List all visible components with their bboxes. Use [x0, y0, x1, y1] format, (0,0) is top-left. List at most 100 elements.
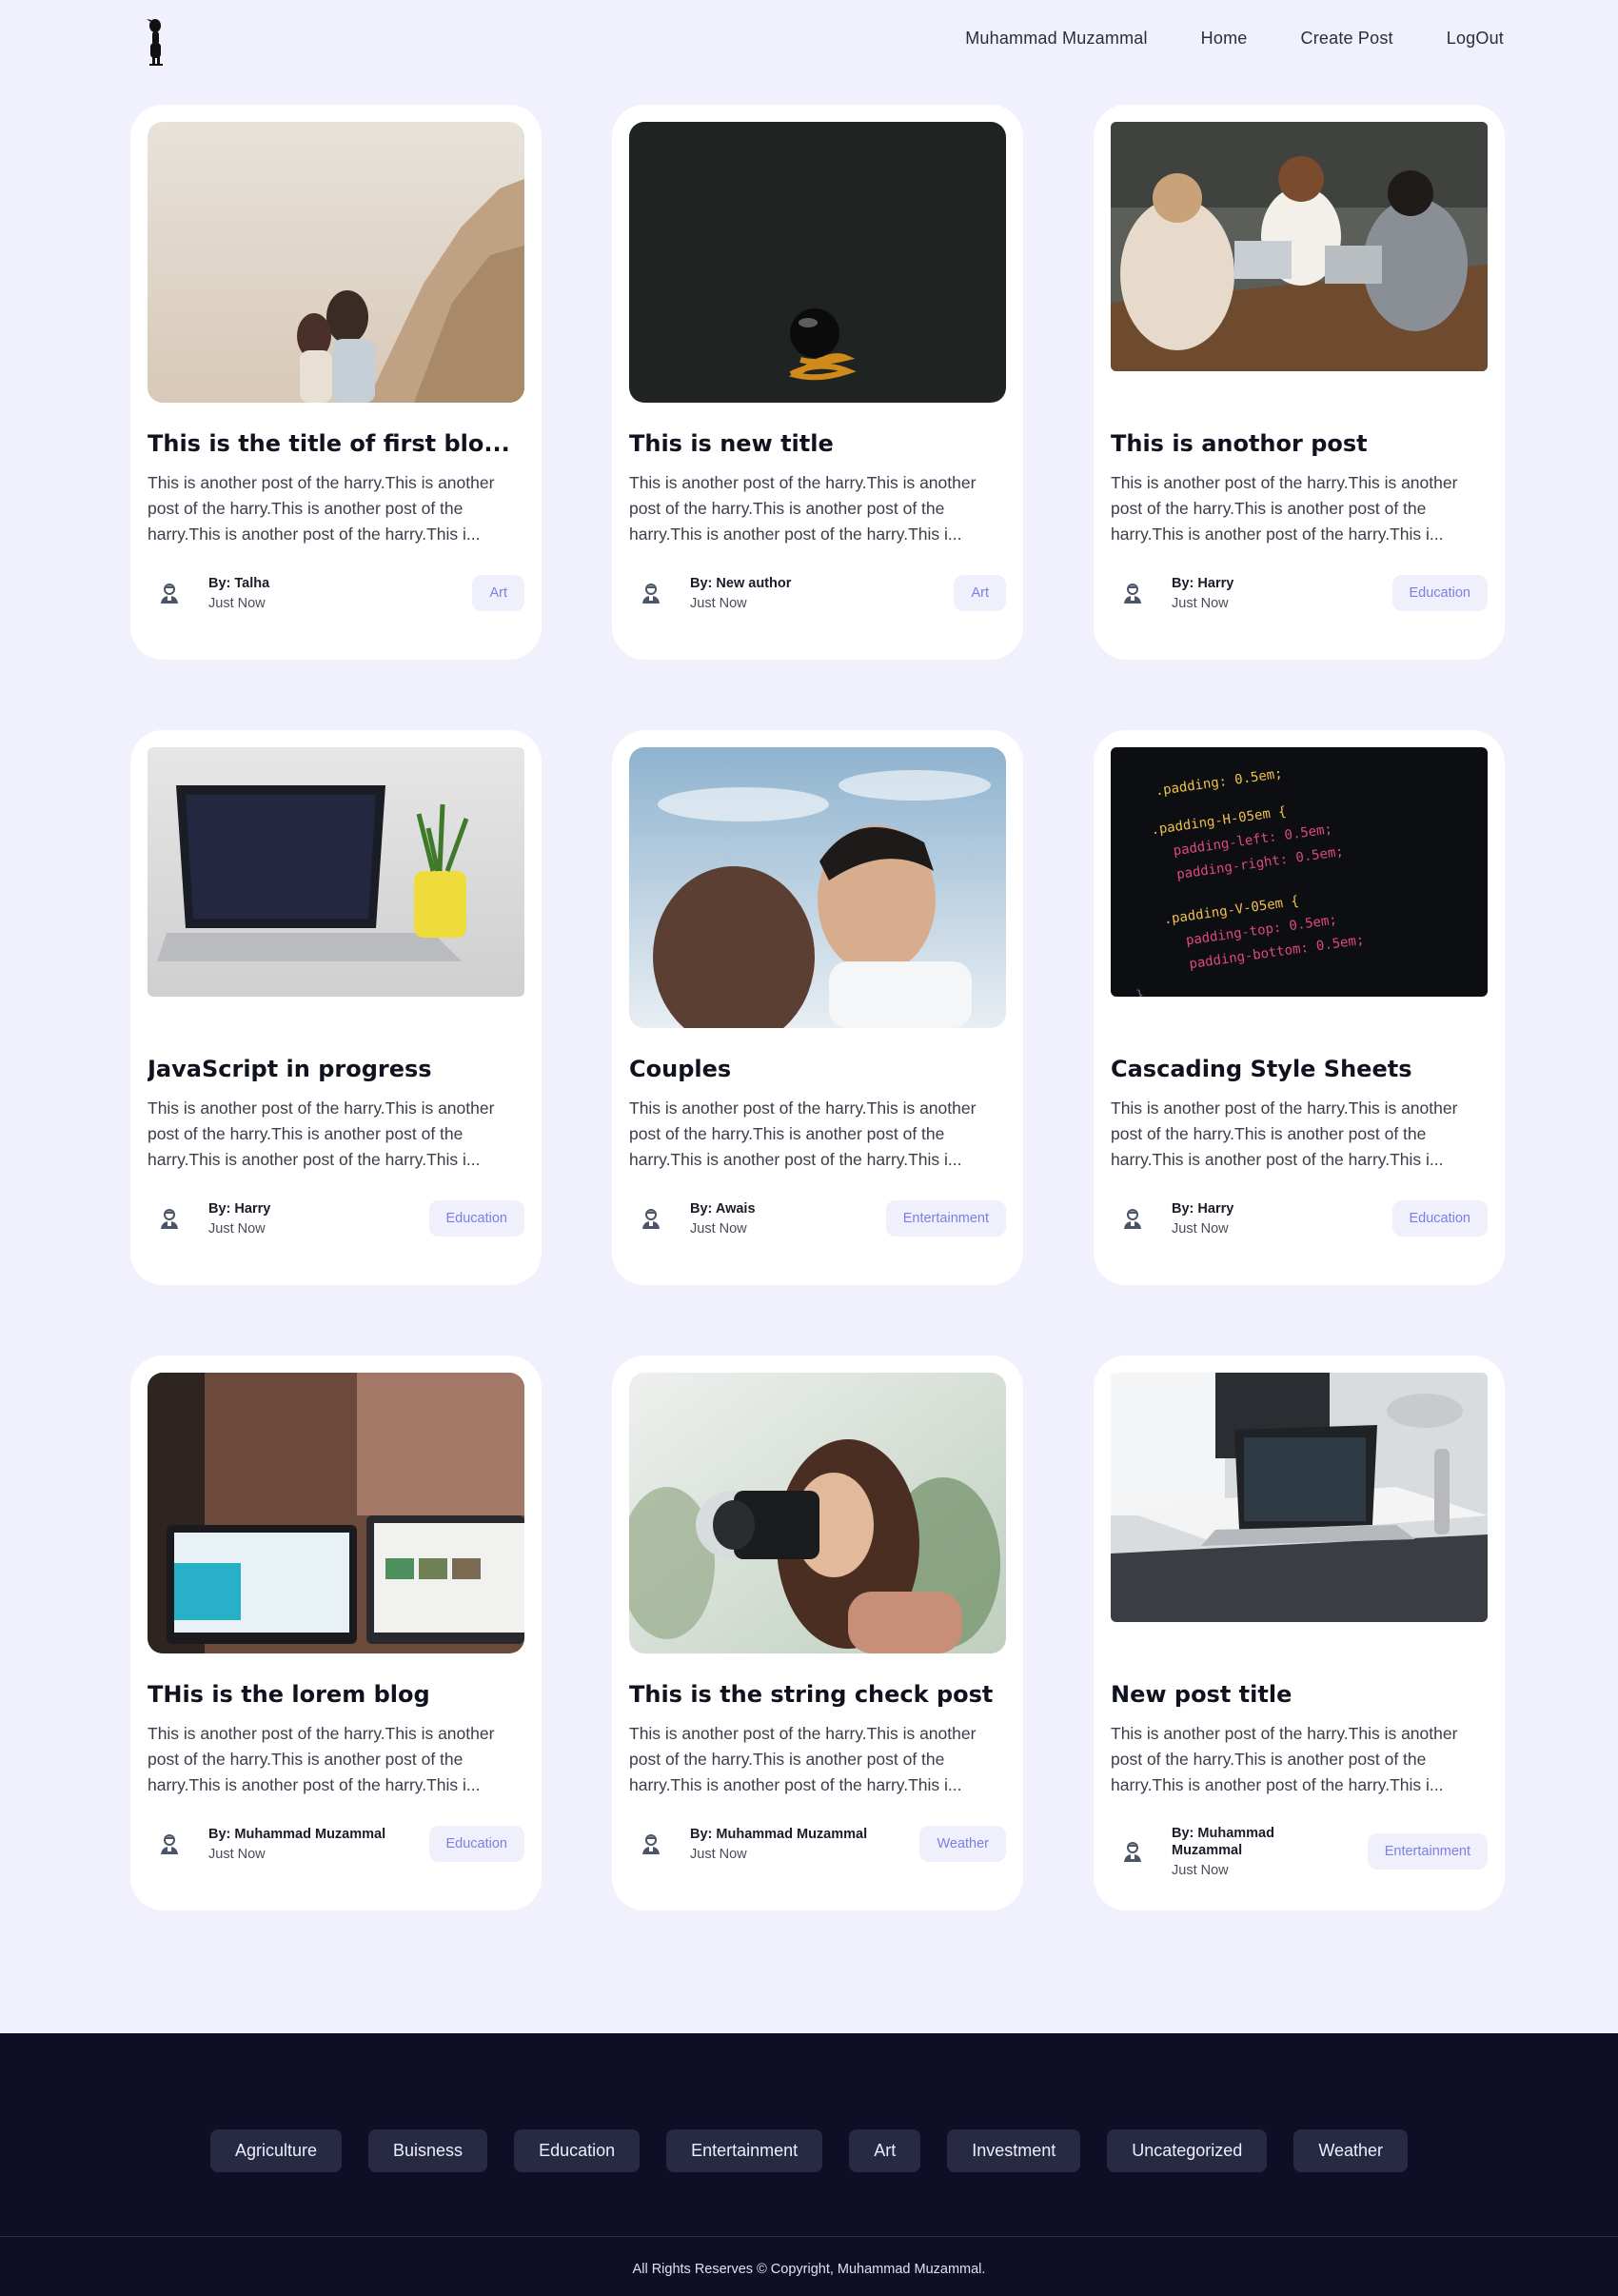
- post-time: Just Now: [690, 596, 747, 611]
- post-title[interactable]: This is new title: [629, 430, 1006, 457]
- post-thumbnail[interactable]: [148, 1373, 524, 1653]
- site-logo[interactable]: [143, 17, 169, 67]
- author-avatar-icon: [1111, 571, 1154, 615]
- main-nav: Muhammad Muzammal Home Create Post LogOu…: [965, 29, 1504, 49]
- post-excerpt: This is another post of the harry.This i…: [629, 473, 977, 544]
- post-time: Just Now: [208, 1847, 266, 1862]
- post-title[interactable]: Cascading Style Sheets: [1111, 1056, 1488, 1082]
- post-meta: By: Muhammad Muzammal Just Now Education: [148, 1818, 524, 1870]
- nav-logout[interactable]: LogOut: [1447, 29, 1504, 49]
- post-excerpt: This is another post of the harry.This i…: [148, 1724, 495, 1794]
- footer-category-buisness[interactable]: Buisness: [368, 2129, 488, 2172]
- footer-divider: [0, 2236, 1618, 2237]
- post-thumbnail[interactable]: [148, 122, 524, 403]
- post-meta: By: Muhammad Muzammal Just Now Entertain…: [1111, 1825, 1488, 1878]
- post-card[interactable]: JavaScript in progress This is another p…: [130, 730, 542, 1285]
- post-author: By: Muhammad Muzammal: [1172, 1826, 1274, 1858]
- post-title[interactable]: This is anothor post: [1111, 430, 1488, 457]
- top-navbar: Muhammad Muzammal Home Create Post LogOu…: [0, 0, 1618, 82]
- category-tag[interactable]: Education: [428, 1200, 524, 1237]
- post-author: By: Muhammad Muzammal: [690, 1827, 868, 1842]
- footer-category-uncategorized[interactable]: Uncategorized: [1107, 2129, 1268, 2172]
- author-block: By: Harry Just Now: [1172, 575, 1392, 611]
- author-avatar-icon: [1111, 1197, 1154, 1240]
- category-tag[interactable]: Education: [1391, 1200, 1488, 1237]
- post-author: By: Harry: [208, 1201, 271, 1217]
- author-avatar-icon: [629, 1197, 673, 1240]
- nav-user-profile[interactable]: Muhammad Muzammal: [965, 29, 1147, 49]
- post-title[interactable]: JavaScript in progress: [148, 1056, 524, 1082]
- post-time: Just Now: [1172, 596, 1229, 611]
- post-card[interactable]: This is the string check post This is an…: [612, 1356, 1023, 1910]
- post-card[interactable]: New post title This is another post of t…: [1094, 1356, 1505, 1910]
- post-card[interactable]: This is anothor post This is another pos…: [1094, 105, 1505, 660]
- footer-categories: Agriculture Buisness Education Entertain…: [0, 2129, 1618, 2172]
- posts-grid: This is the title of first blo... This i…: [130, 105, 1505, 1910]
- footer-category-education[interactable]: Education: [514, 2129, 641, 2172]
- author-avatar-icon: [148, 1197, 191, 1240]
- post-time: Just Now: [690, 1221, 747, 1237]
- post-title[interactable]: This is the title of first blo...: [148, 430, 524, 457]
- post-excerpt: This is another post of the harry.This i…: [629, 1724, 977, 1794]
- footer-category-weather[interactable]: Weather: [1293, 2129, 1409, 2172]
- footer-category-art[interactable]: Art: [849, 2129, 921, 2172]
- post-author: By: New author: [690, 576, 792, 591]
- post-thumbnail[interactable]: [1111, 1373, 1488, 1622]
- footer-category-agriculture[interactable]: Agriculture: [209, 2129, 343, 2172]
- post-thumbnail[interactable]: [629, 1373, 1006, 1653]
- author-avatar-icon: [148, 571, 191, 615]
- post-meta: By: Harry Just Now Education: [1111, 1193, 1488, 1244]
- post-thumbnail[interactable]: [148, 747, 524, 997]
- post-meta: By: Muhammad Muzammal Just Now Weather: [629, 1818, 1006, 1870]
- author-block: By: Muhammad Muzammal Just Now: [208, 1826, 429, 1862]
- post-card[interactable]: This is the title of first blo... This i…: [130, 105, 542, 660]
- footer-category-investment[interactable]: Investment: [947, 2129, 1081, 2172]
- category-tag[interactable]: Entertainment: [885, 1200, 1006, 1237]
- nav-home[interactable]: Home: [1201, 29, 1248, 49]
- author-block: By: Harry Just Now: [1172, 1200, 1392, 1237]
- author-avatar-icon: [629, 571, 673, 615]
- post-excerpt: This is another post of the harry.This i…: [629, 1099, 977, 1169]
- post-author: By: Awais: [690, 1201, 756, 1217]
- author-block: By: Muhammad Muzammal Just Now: [690, 1826, 919, 1862]
- category-tag[interactable]: Art: [472, 575, 524, 611]
- post-thumbnail[interactable]: .padding: 0.5em; .padding-H-05em { paddi…: [1111, 747, 1488, 997]
- post-thumbnail[interactable]: [1111, 122, 1488, 371]
- post-time: Just Now: [1172, 1863, 1229, 1878]
- post-time: Just Now: [208, 1221, 266, 1237]
- post-card[interactable]: Couples This is another post of the harr…: [612, 730, 1023, 1285]
- nav-create-post[interactable]: Create Post: [1301, 29, 1393, 49]
- post-card[interactable]: THis is the lorem blog This is another p…: [130, 1356, 542, 1910]
- category-tag[interactable]: Education: [1391, 575, 1488, 611]
- post-author: By: Harry: [1172, 1201, 1234, 1217]
- post-excerpt: This is another post of the harry.This i…: [148, 473, 495, 544]
- author-block: By: Muhammad Muzammal Just Now: [1172, 1825, 1295, 1878]
- author-block: By: Awais Just Now: [690, 1200, 886, 1237]
- category-tag[interactable]: Art: [954, 575, 1006, 611]
- footer-category-entertainment[interactable]: Entertainment: [666, 2129, 823, 2172]
- post-title[interactable]: THis is the lorem blog: [148, 1681, 524, 1708]
- post-meta: By: Awais Just Now Entertainment: [629, 1193, 1006, 1244]
- post-meta: By: Talha Just Now Art: [148, 567, 524, 619]
- post-thumbnail[interactable]: [629, 747, 1006, 1028]
- post-author: By: Harry: [1172, 576, 1234, 591]
- author-block: By: New author Just Now: [690, 575, 954, 611]
- category-tag[interactable]: Weather: [919, 1826, 1006, 1862]
- post-time: Just Now: [208, 596, 266, 611]
- post-card[interactable]: This is new title This is another post o…: [612, 105, 1023, 660]
- post-title[interactable]: New post title: [1111, 1681, 1488, 1708]
- author-block: By: Harry Just Now: [208, 1200, 429, 1237]
- post-meta: By: Harry Just Now Education: [148, 1193, 524, 1244]
- site-footer: Agriculture Buisness Education Entertain…: [0, 2033, 1618, 2296]
- copyright-text: All Rights Reserves © Copyright, Muhamma…: [632, 2262, 986, 2277]
- category-tag[interactable]: Entertainment: [1367, 1833, 1488, 1870]
- category-tag[interactable]: Education: [428, 1826, 524, 1862]
- post-card[interactable]: .padding: 0.5em; .padding-H-05em { paddi…: [1094, 730, 1505, 1285]
- author-avatar-icon: [1111, 1830, 1154, 1873]
- author-avatar-icon: [629, 1822, 673, 1866]
- post-title[interactable]: This is the string check post: [629, 1681, 1006, 1708]
- post-title[interactable]: Couples: [629, 1056, 1006, 1082]
- post-thumbnail[interactable]: [629, 122, 1006, 403]
- post-time: Just Now: [1172, 1221, 1229, 1237]
- post-time: Just Now: [690, 1847, 747, 1862]
